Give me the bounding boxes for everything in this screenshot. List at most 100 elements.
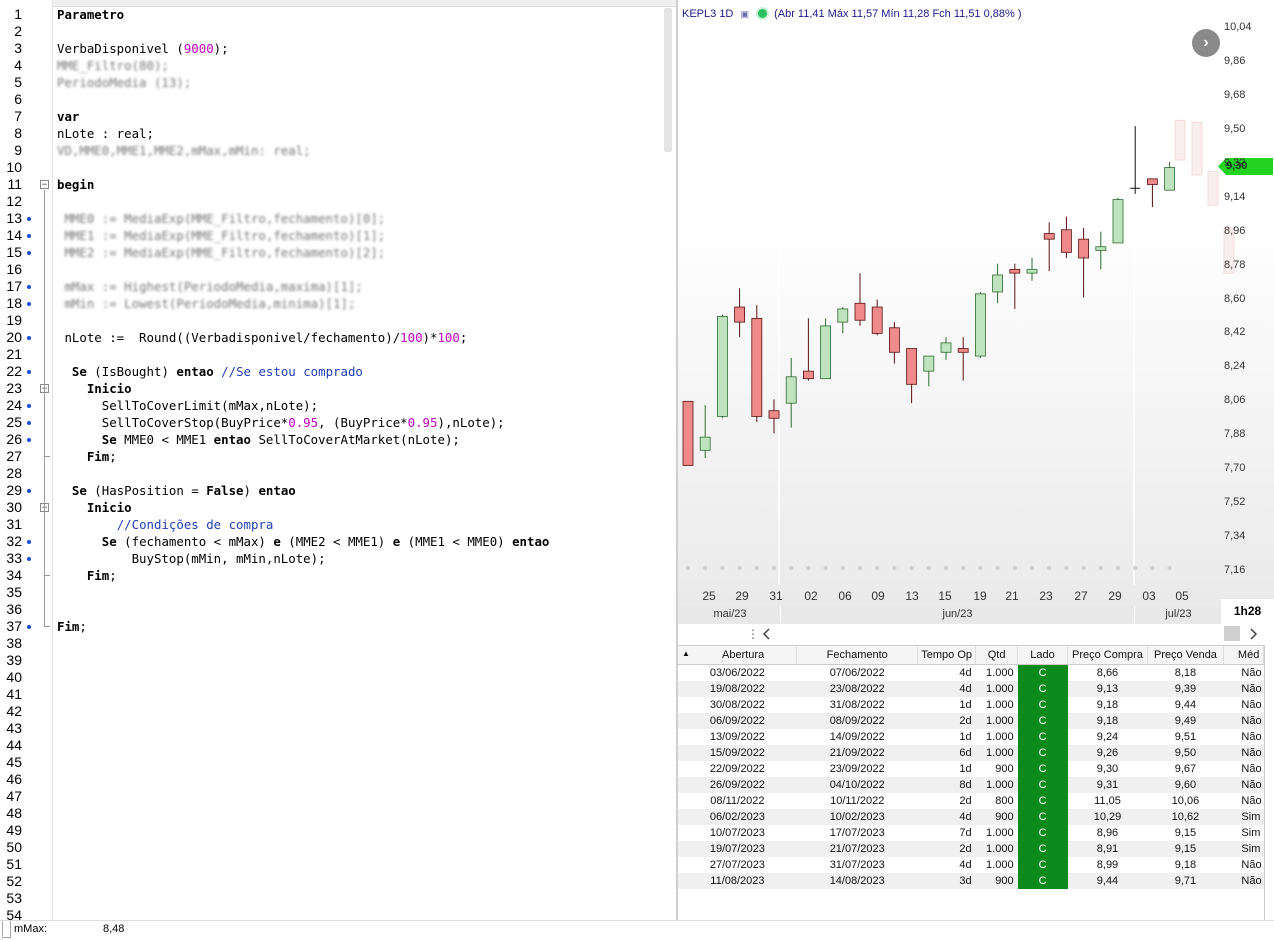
code-line[interactable]: SellToCoverStop(BuyPrice*0.95, (BuyPrice… bbox=[57, 414, 505, 431]
candle[interactable] bbox=[734, 288, 745, 338]
breakpoint-dot-icon[interactable] bbox=[27, 285, 31, 289]
breakpoint-dot-icon[interactable] bbox=[27, 421, 31, 425]
code-line[interactable]: Parametro bbox=[57, 6, 124, 23]
breakpoint-dot-icon[interactable] bbox=[27, 251, 31, 255]
column-header[interactable]: Lado bbox=[1017, 646, 1068, 665]
code-line[interactable]: nLote := Round((Verbadisponivel/fechamen… bbox=[57, 329, 467, 346]
table-row[interactable]: 06/09/2022 08/09/2022 2d 1.000 C 9,18 9,49 Não bbox=[678, 713, 1264, 729]
trades-table[interactable]: ▲ Abertura Fechamento Tempo Op Qtd Lado Preço … bbox=[678, 645, 1264, 921]
table-row[interactable]: 15/09/2022 21/09/2022 6d 1.000 C 9,26 9,50 Não bbox=[678, 745, 1264, 761]
sort-asc-icon[interactable]: ▲ bbox=[682, 649, 690, 658]
candle[interactable] bbox=[923, 355, 935, 387]
chevron-left-icon[interactable] bbox=[762, 628, 770, 640]
code-editor[interactable]: 1234567891011−121314151617181920212223−2… bbox=[0, 0, 676, 920]
candle[interactable] bbox=[751, 305, 763, 423]
breakpoint-dot-icon[interactable] bbox=[27, 302, 31, 306]
code-line[interactable]: Inicio bbox=[57, 380, 132, 397]
candle[interactable] bbox=[957, 337, 969, 381]
code-line[interactable]: mMax := Highest(PeriodoMedia,maxima)[1]; bbox=[57, 278, 362, 295]
candle[interactable] bbox=[906, 348, 918, 404]
candle[interactable] bbox=[1095, 231, 1107, 270]
table-row[interactable]: 03/06/2022 07/06/2022 4d 1.000 C 8,66 8,18 Não bbox=[678, 664, 1264, 681]
price-chart[interactable]: KEPL3 1D ▣ (Abr 11,41 Máx 11,57 Mín 11,2… bbox=[678, 0, 1274, 624]
candle[interactable] bbox=[1026, 258, 1038, 281]
candle[interactable] bbox=[803, 318, 814, 381]
candle[interactable] bbox=[1164, 161, 1176, 191]
code-line[interactable]: PeriodoMedia (13); bbox=[57, 74, 191, 91]
table-row[interactable]: 10/07/2023 17/07/2023 7d 1.000 C 8,96 9,15 Sim bbox=[678, 825, 1264, 841]
candle[interactable] bbox=[699, 405, 711, 458]
code-line[interactable]: //Condições de compra bbox=[57, 516, 274, 533]
candle[interactable] bbox=[1078, 227, 1090, 298]
code-line[interactable]: MME_Filtro(80); bbox=[57, 57, 169, 74]
code-line[interactable]: MME1 := MediaExp(MME_Filtro,fechamento)[… bbox=[57, 227, 385, 244]
column-header[interactable]: Fechamento bbox=[796, 646, 919, 665]
table-row[interactable]: 30/08/2022 31/08/2022 1d 1.000 C 9,18 9,44 Não bbox=[678, 697, 1264, 713]
code-line[interactable]: VD,MME0,MME1,MME2,mMax,mMin: real; bbox=[57, 142, 311, 159]
breakpoint-dot-icon[interactable] bbox=[27, 557, 31, 561]
code-line[interactable]: MME2 := MediaExp(MME_Filtro,fechamento)[… bbox=[57, 244, 385, 261]
candle[interactable] bbox=[888, 322, 900, 364]
column-header[interactable]: Qtd bbox=[975, 646, 1019, 665]
code-line[interactable]: VerbaDisponivel (9000); bbox=[57, 40, 229, 57]
table-row[interactable]: 11/08/2023 14/08/2023 3d 900 C 9,44 9,71 Não bbox=[678, 873, 1264, 889]
code-line[interactable]: Fim; bbox=[57, 618, 87, 635]
table-row[interactable]: 06/02/2023 10/02/2023 4d 900 C 10,29 10,62 Sim bbox=[678, 809, 1264, 825]
candle[interactable] bbox=[1112, 197, 1124, 244]
fold-toggle-icon[interactable]: − bbox=[40, 180, 49, 190]
breakpoint-dot-icon[interactable] bbox=[27, 370, 31, 374]
candle[interactable] bbox=[1043, 222, 1055, 272]
table-row[interactable]: 26/09/2022 04/10/2022 8d 1.000 C 9,31 9,60 Não bbox=[678, 777, 1264, 793]
code-line[interactable]: nLote : real; bbox=[57, 125, 154, 142]
candle[interactable] bbox=[820, 318, 832, 380]
breakpoint-dot-icon[interactable] bbox=[27, 625, 31, 629]
table-row[interactable]: 27/07/2023 31/07/2023 4d 1.000 C 8,99 9,18 Não bbox=[678, 857, 1264, 873]
breakpoint-dot-icon[interactable] bbox=[27, 217, 31, 221]
interval-label[interactable]: 1h28 bbox=[1221, 599, 1274, 624]
code-line[interactable]: Se (HasPosition = False) entao bbox=[57, 482, 296, 499]
code-line[interactable]: mMin := Lowest(PeriodoMedia,minima)[1]; bbox=[57, 295, 355, 312]
code-line[interactable]: begin bbox=[57, 176, 94, 193]
chart-settings-icon[interactable]: ▣ bbox=[740, 9, 749, 20]
candle[interactable] bbox=[717, 314, 728, 419]
candle[interactable] bbox=[992, 263, 1004, 304]
candle[interactable] bbox=[854, 273, 866, 326]
column-header[interactable]: Tempo Op bbox=[917, 646, 977, 665]
breakpoint-dot-icon[interactable] bbox=[27, 489, 31, 493]
table-row[interactable]: 08/11/2022 10/11/2022 2d 800 C 11,05 10,06 Não bbox=[678, 793, 1264, 809]
code-line[interactable]: BuyStop(mMin, mMin,nLote); bbox=[57, 550, 326, 567]
editor-vertical-scrollbar[interactable] bbox=[664, 8, 672, 152]
code-line[interactable]: MME0 := MediaExp(MME_Filtro,fechamento)[… bbox=[57, 210, 385, 227]
candle[interactable] bbox=[768, 399, 780, 434]
candle[interactable] bbox=[1060, 216, 1072, 259]
code-line[interactable]: Se MME0 < MME1 entao SellToCoverAtMarket… bbox=[57, 431, 460, 448]
candle[interactable] bbox=[682, 400, 694, 466]
code-line[interactable]: SellToCoverLimit(mMax,nLote); bbox=[57, 397, 318, 414]
code-line[interactable]: Fim; bbox=[57, 567, 117, 584]
column-header[interactable]: Preço Compra bbox=[1067, 646, 1148, 665]
code-line[interactable]: var bbox=[57, 108, 79, 125]
candlestick-plot[interactable] bbox=[678, 0, 1274, 624]
table-row[interactable]: 22/09/2022 23/09/2022 1d 900 C 9,30 9,67 Não bbox=[678, 761, 1264, 777]
breakpoint-dot-icon[interactable] bbox=[27, 540, 31, 544]
code-line[interactable]: Se (fechamento < mMax) e (MME2 < MME1) e… bbox=[57, 533, 550, 550]
candle[interactable] bbox=[940, 337, 952, 360]
breakpoint-dot-icon[interactable] bbox=[27, 404, 31, 408]
drag-handle-icon[interactable]: ⋮ bbox=[747, 627, 759, 641]
table-row[interactable]: 19/08/2022 23/08/2022 4d 1.000 C 9,13 9,39 Não bbox=[678, 681, 1264, 697]
candle[interactable] bbox=[871, 299, 883, 336]
code-line[interactable]: Fim; bbox=[57, 448, 117, 465]
column-header[interactable]: ▲ Abertura bbox=[678, 646, 798, 665]
candle[interactable] bbox=[785, 357, 797, 428]
candle[interactable] bbox=[1146, 178, 1158, 208]
scroll-thumb[interactable] bbox=[1224, 626, 1240, 641]
column-header[interactable]: Méd bbox=[1223, 646, 1264, 665]
chevron-right-icon[interactable] bbox=[1250, 628, 1258, 640]
breakpoint-dot-icon[interactable] bbox=[27, 336, 31, 340]
chevron-right-icon[interactable]: › bbox=[1192, 29, 1220, 57]
candle[interactable] bbox=[974, 291, 986, 358]
candle[interactable] bbox=[1009, 263, 1021, 309]
table-row[interactable]: 13/09/2022 14/09/2022 1d 1.000 C 9,24 9,51 Não bbox=[678, 729, 1264, 745]
chart-scroll-strip[interactable]: ⋮ bbox=[678, 624, 1274, 644]
code-line[interactable]: Inicio bbox=[57, 499, 132, 516]
